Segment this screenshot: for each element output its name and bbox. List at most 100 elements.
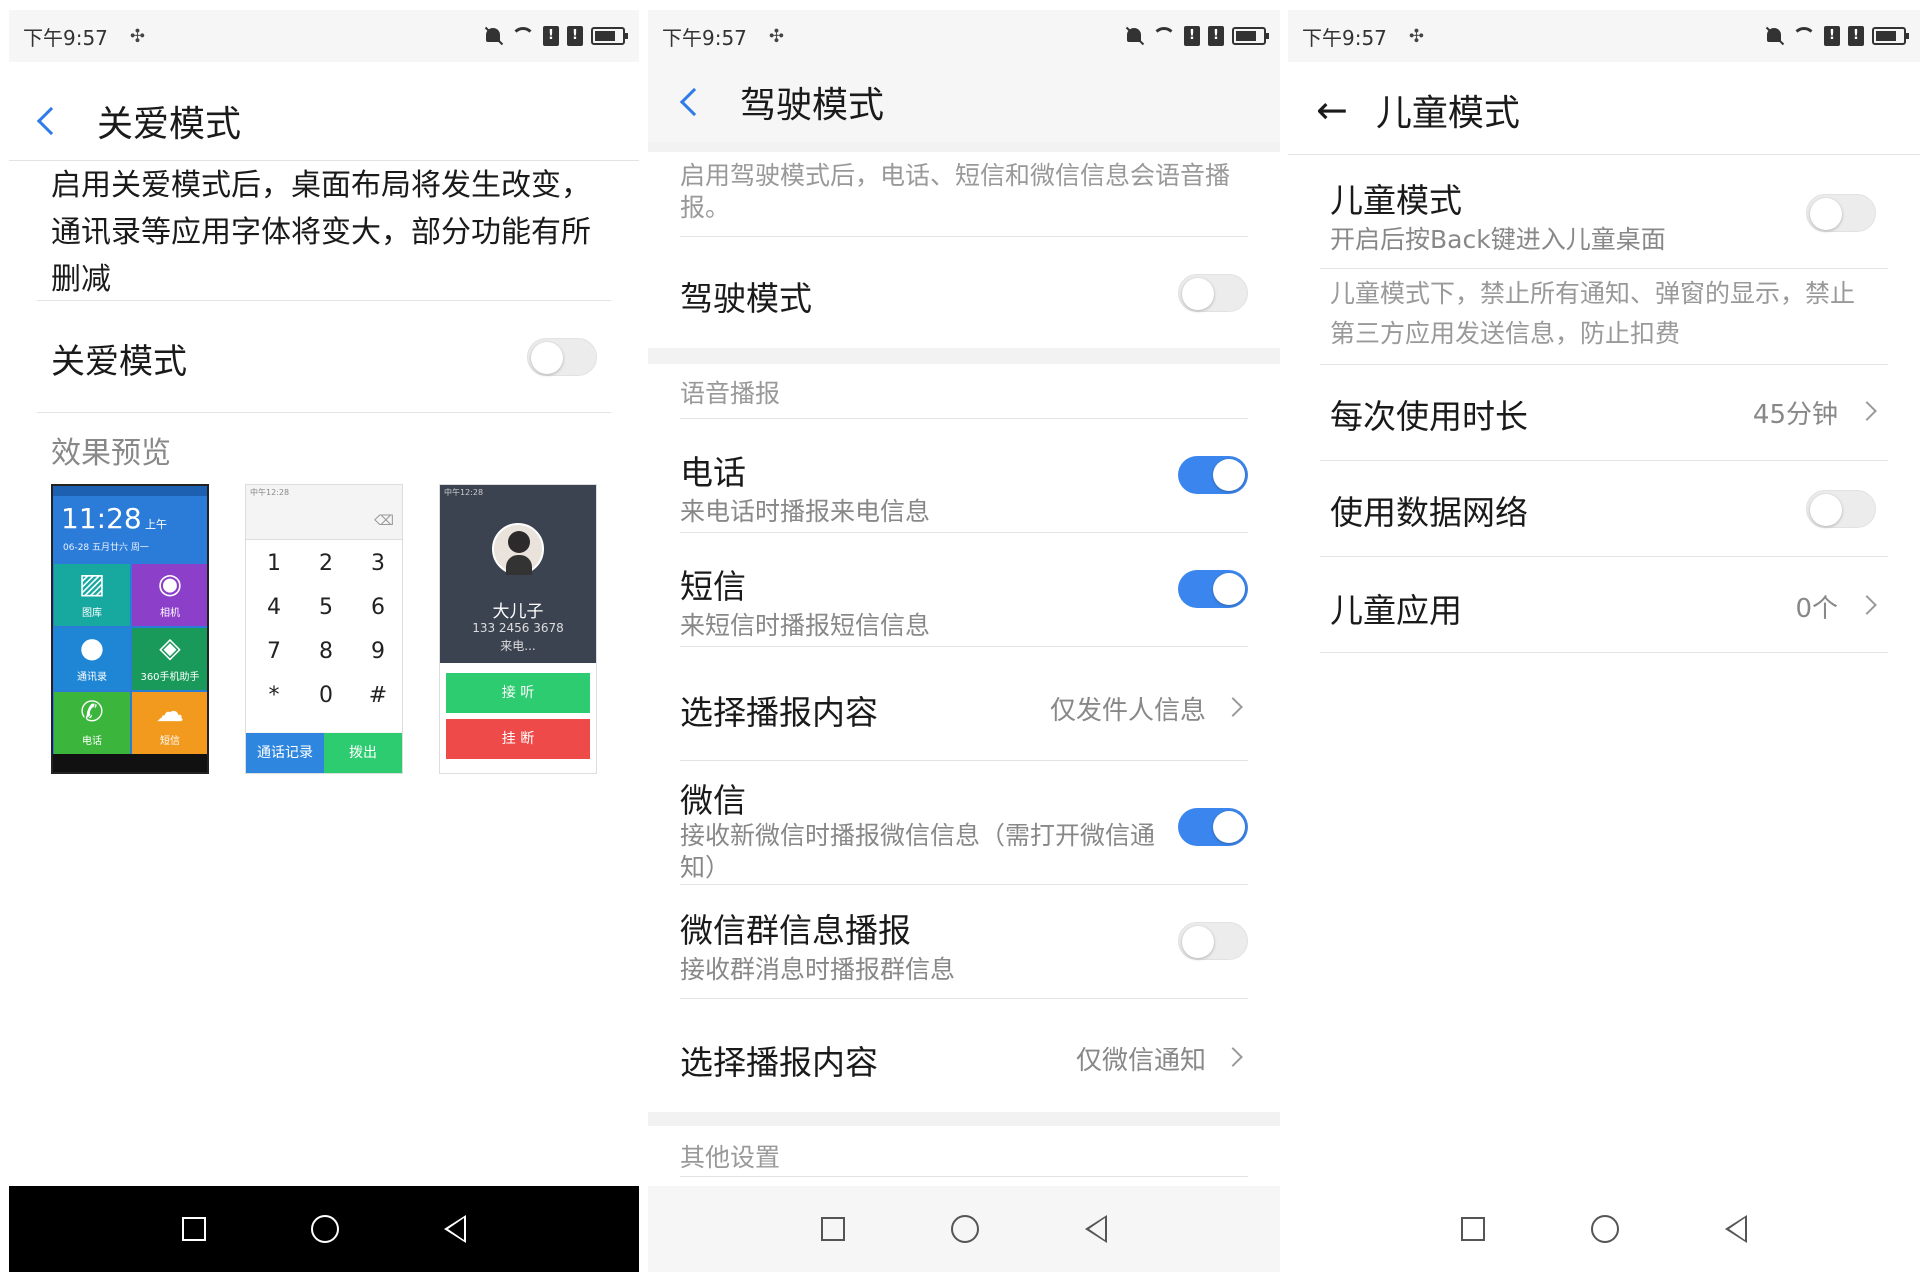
preview-ampm: 上午: [145, 518, 167, 531]
sms-label: 短信: [680, 567, 746, 606]
select-content-value-1: 仅发件人信息: [1049, 696, 1206, 726]
sms-broadcast-row[interactable]: 短信 来短信时播报短信信息: [648, 534, 1280, 646]
signal-icon: !: [543, 26, 559, 46]
kids-mode-toggle[interactable]: [1806, 194, 1876, 232]
recents-icon[interactable]: [181, 1217, 206, 1241]
title-bar: ← 儿童模式: [1288, 66, 1920, 154]
wifi-icon: [1792, 27, 1816, 45]
backspace-icon: ⌫: [374, 513, 394, 529]
driving-mode-row[interactable]: 驾驶模式: [648, 238, 1280, 348]
mute-bell-icon: [1124, 26, 1144, 46]
phone-label: 电话: [680, 453, 746, 492]
care-mode-toggle[interactable]: [527, 338, 597, 376]
tile-camera: ◉ 相机: [132, 564, 207, 626]
tile-360-assistant: ◈ 360手机助手: [132, 628, 207, 690]
chevron-right-icon: [1857, 401, 1877, 421]
select-content-row-1[interactable]: 选择播报内容 仅发件人信息: [648, 648, 1280, 760]
home-icon[interactable]: [310, 1215, 339, 1243]
kids-apps-row[interactable]: 儿童应用 0个: [1288, 558, 1920, 652]
tile-sms: ☁ 短信: [132, 692, 207, 754]
keypad-key: 9: [371, 639, 385, 664]
caller-avatar: [492, 523, 544, 575]
status-time: 下午9:57: [23, 25, 108, 50]
driving-mode-toggle[interactable]: [1178, 274, 1248, 312]
back-icon[interactable]: [444, 1215, 467, 1243]
wechat-sub: 接收新微信时播报微信信息（需打开微信通知）: [680, 821, 1156, 882]
caller-number: 133 2456 3678: [472, 621, 564, 635]
keypad-key: 7: [267, 639, 281, 664]
select-content-label-2: 选择播报内容: [680, 1043, 878, 1082]
back-chevron-icon[interactable]: [36, 106, 66, 136]
wechat-group-label: 微信群信息播报: [680, 911, 911, 950]
battery-icon: [591, 27, 628, 45]
driving-description: 启用驾驶模式后，电话、短信和微信信息会语音播报。: [680, 161, 1231, 222]
kids-mode-sub: 开启后按Back键进入儿童桌面: [1330, 225, 1666, 254]
wechat-group-sub: 接收群消息时播报群信息: [680, 955, 956, 984]
home-icon[interactable]: [1591, 1215, 1619, 1243]
chevron-right-icon: [1223, 697, 1243, 717]
signal-icon-2: !: [1208, 26, 1224, 46]
page-title: 关爱模式: [97, 104, 242, 145]
care-mode-row[interactable]: 关爱模式: [9, 302, 639, 412]
caller-name: 大儿子: [492, 602, 544, 622]
mobile-data-label: 使用数据网络: [1330, 493, 1528, 532]
duration-row[interactable]: 每次使用时长 45分钟: [1288, 366, 1920, 460]
home-icon[interactable]: [951, 1215, 979, 1243]
preview-date: 06-28 五月廿六 周一: [63, 543, 149, 553]
mobile-data-toggle[interactable]: [1806, 490, 1876, 528]
keypad-key: *: [268, 683, 280, 708]
wechat-broadcast-toggle[interactable]: [1178, 808, 1248, 846]
signal-icon: !: [1824, 26, 1840, 46]
hangup-button: 挂 断: [446, 719, 590, 759]
select-content-label-1: 选择播报内容: [680, 693, 878, 732]
wifi-icon: [511, 27, 535, 45]
mute-bell-icon: [483, 26, 503, 46]
back-icon[interactable]: [1085, 1215, 1107, 1243]
answer-button: 接 听: [446, 673, 590, 713]
select-content-row-2[interactable]: 选择播报内容 仅微信通知: [648, 1000, 1280, 1112]
mobile-data-row[interactable]: 使用数据网络: [1288, 462, 1920, 556]
wechat-group-toggle[interactable]: [1178, 922, 1248, 960]
preview-heading: 效果预览: [51, 436, 171, 471]
kids-apps-value: 0个: [1795, 594, 1838, 624]
recents-icon[interactable]: [821, 1217, 845, 1241]
status-time: 下午9:57: [1302, 25, 1387, 50]
nav-bar: [9, 1186, 639, 1272]
nav-bar: [648, 1186, 1280, 1272]
signal-icon: !: [1184, 26, 1200, 46]
keypad-key: 6: [371, 595, 385, 620]
back-chevron-icon[interactable]: [679, 87, 709, 117]
tile-phone: ✆ 电话: [54, 692, 130, 754]
keypad-key: 3: [371, 551, 385, 576]
page-title: 儿童模式: [1375, 93, 1520, 134]
recents-icon[interactable]: [1461, 1217, 1485, 1241]
keypad-key: 4: [267, 595, 281, 620]
phone-broadcast-toggle[interactable]: [1178, 456, 1248, 494]
shortcut-icon: ✣: [768, 25, 785, 47]
nav-bar: [1288, 1186, 1920, 1272]
back-icon[interactable]: [1725, 1215, 1747, 1243]
wechat-broadcast-row[interactable]: 微信 接收新微信时播报微信信息（需打开微信通知）: [648, 762, 1280, 884]
keypad-key: 1: [267, 551, 281, 576]
sms-broadcast-toggle[interactable]: [1178, 570, 1248, 608]
phone-broadcast-row[interactable]: 电话 来电话时播报来电信息: [648, 420, 1280, 532]
call-preview: 中午12:28 大儿子 133 2456 3678 来电... 接 听 挂 断: [439, 484, 597, 774]
duration-label: 每次使用时长: [1330, 397, 1528, 436]
mute-bell-icon: [1764, 26, 1784, 46]
kids-mode-row[interactable]: 儿童模式 开启后按Back键进入儿童桌面: [1288, 156, 1920, 268]
signal-icon-2: !: [567, 26, 583, 46]
shortcut-icon: ✣: [129, 25, 146, 47]
wechat-label: 微信: [680, 781, 746, 820]
kids-mode-label: 儿童模式: [1330, 181, 1462, 220]
wifi-icon: [1152, 27, 1176, 45]
title-bar: 驾驶模式: [648, 62, 1280, 142]
tile-contacts: ● 通讯录: [54, 628, 130, 690]
back-arrow-icon[interactable]: ←: [1316, 91, 1348, 129]
chevron-right-icon: [1223, 1047, 1243, 1067]
preview-clock: 11:28: [61, 502, 142, 535]
wechat-group-row[interactable]: 微信群信息播报 接收群消息时播报群信息: [648, 886, 1280, 998]
call-state: 来电...: [500, 639, 536, 653]
tile-gallery: ▨ 图库: [54, 564, 130, 626]
dialer-preview: 中午12:28 ⌫ 1 2 3 4 5 6 7 8 9 * 0 # 通话记录 拨出: [245, 484, 403, 774]
signal-icon-2: !: [1848, 26, 1864, 46]
